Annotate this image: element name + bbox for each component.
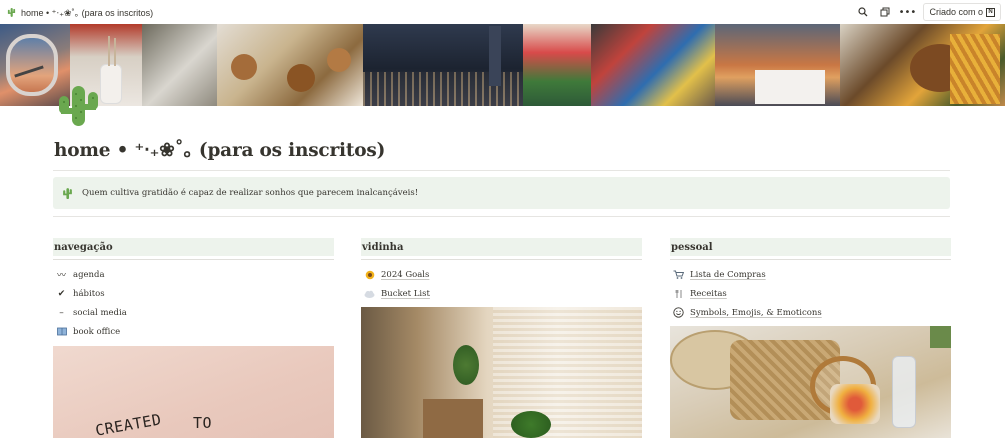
cover-tile-cookies	[217, 24, 363, 106]
cover-tile-city-night	[363, 24, 523, 106]
cloud-icon	[364, 288, 375, 299]
cactus-icon	[7, 7, 16, 17]
list-item-label: agenda	[73, 269, 105, 280]
checkmark-icon: ✔	[57, 288, 66, 299]
made-with-label: Criado com o	[929, 7, 983, 17]
cactus-icon	[63, 188, 72, 199]
cactus-page-icon[interactable]	[54, 82, 102, 130]
breadcrumb[interactable]: home • ⁺‧₊❀˚｡ (para os inscritos)	[0, 6, 153, 19]
top-bar: home • ⁺‧₊❀˚｡ (para os inscritos) ••• Cr…	[0, 0, 1005, 24]
list-item-book-office[interactable]: book office	[53, 322, 334, 341]
cover-image	[0, 24, 1005, 106]
callout[interactable]: Quem cultiva gratidão é capaz de realiza…	[53, 177, 950, 209]
divider	[53, 259, 334, 260]
made-with-notion-button[interactable]: Criado com o N	[923, 3, 1001, 21]
list-item-label: book office	[73, 326, 121, 337]
smiley-icon	[673, 307, 684, 318]
column-navegacao: navegação 〰 agenda ✔ hábitos – social me…	[53, 238, 334, 341]
cover-tile-plants	[523, 24, 591, 106]
list-item-bucket-list[interactable]: Bucket List	[361, 284, 642, 303]
list-item-symbols-emojis[interactable]: Symbols, Emojis, & Emoticons	[670, 303, 951, 322]
duplicate-icon[interactable]	[879, 6, 891, 18]
list-item-label: Lista de Compras	[690, 269, 766, 280]
image-text: TO	[193, 414, 213, 432]
cover-tile-sunset	[715, 24, 840, 106]
list-item-2024-goals[interactable]: 2024 Goals	[361, 265, 642, 284]
callout-text: Quem cultiva gratidão é capaz de realiza…	[82, 188, 419, 198]
recipe-icon	[673, 288, 684, 299]
list-item-lista-de-compras[interactable]: Lista de Compras	[670, 265, 951, 284]
divider	[53, 170, 950, 171]
column-vidinha: vidinha 2024 Goals Bucket List	[361, 238, 642, 303]
image-created-to[interactable]: CREATED TO	[53, 346, 334, 438]
divider	[361, 259, 642, 260]
cover-tile-food	[840, 24, 1005, 106]
breadcrumb-title: home • ⁺‧₊❀˚｡ (para os inscritos)	[21, 7, 154, 18]
column-heading: pessoal	[670, 238, 951, 256]
column-heading: vidinha	[361, 238, 642, 256]
wave-icon: 〰	[56, 271, 66, 281]
list-item-label: hábitos	[73, 288, 105, 299]
column-pessoal: pessoal Lista de Compras Receitas Symbol…	[670, 238, 951, 322]
list-item-label: social media	[73, 307, 127, 318]
book-icon	[56, 326, 67, 337]
list-item-social-media[interactable]: – social media	[53, 303, 334, 322]
list-item-label: Receitas	[690, 288, 727, 299]
image-window-plants[interactable]	[361, 307, 642, 438]
notion-logo-icon: N	[986, 7, 995, 17]
search-icon[interactable]	[857, 6, 869, 18]
cover-tile-slippers	[591, 24, 715, 106]
list-item-habitos[interactable]: ✔ hábitos	[53, 284, 334, 303]
image-text: CREATED	[93, 410, 163, 438]
cover-tile-tray	[142, 24, 217, 106]
list-item-label: Bucket List	[381, 288, 430, 299]
divider	[53, 216, 950, 217]
image-picnic[interactable]	[670, 326, 951, 438]
list-item-label: Symbols, Emojis, & Emoticons	[690, 307, 822, 318]
dash-icon: –	[59, 307, 64, 318]
more-options-icon[interactable]: •••	[899, 6, 917, 18]
cart-icon	[673, 269, 684, 280]
page-title[interactable]: home • ⁺‧₊❀˚｡ (para os inscritos)	[54, 136, 385, 162]
divider	[670, 259, 951, 260]
list-item-agenda[interactable]: 〰 agenda	[53, 265, 334, 284]
column-heading: navegação	[53, 238, 334, 256]
list-item-label: 2024 Goals	[381, 269, 430, 280]
sunflower-icon	[364, 269, 375, 280]
list-item-receitas[interactable]: Receitas	[670, 284, 951, 303]
